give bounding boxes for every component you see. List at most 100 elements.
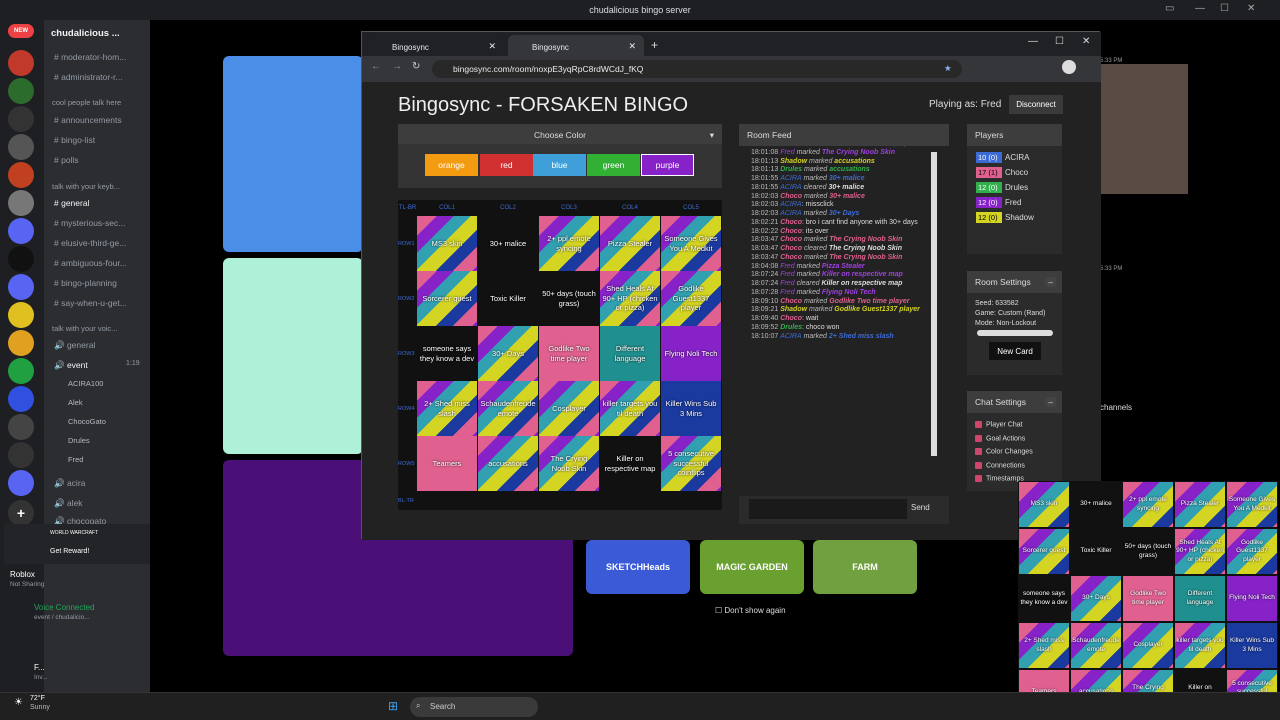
voice-channel[interactable]: 🔊 general (54, 340, 148, 351)
column-header[interactable]: TL-BR (398, 200, 417, 216)
bingo-square[interactable]: Someone Gives You A Medkit (661, 216, 721, 271)
channel-item[interactable]: # mysterious-sec... (54, 218, 148, 228)
voice-user[interactable]: Alek (68, 398, 83, 407)
activity-card[interactable]: SKETCHHeads (586, 540, 690, 594)
color-blue-button[interactable]: blue (533, 154, 586, 176)
column-header[interactable]: COL5 (661, 200, 721, 216)
maximize-icon[interactable]: ☐ (1220, 3, 1229, 14)
close-icon[interactable]: ✕ (1247, 3, 1255, 14)
send-button[interactable]: Send (911, 503, 930, 512)
bingo-square[interactable]: Schaudenfreude emote (478, 381, 538, 436)
column-header[interactable]: COL1 (417, 200, 477, 216)
bingo-square[interactable]: 5 consecutive successful coinflips (661, 436, 721, 491)
server-icon[interactable] (8, 358, 34, 384)
channel-item[interactable]: # elusive-third-ge... (54, 238, 148, 248)
row-header[interactable]: ROW3 (398, 326, 417, 381)
server-icon[interactable] (8, 190, 34, 216)
chat-settings-header[interactable]: Chat Settings – (967, 391, 1062, 413)
taskbar-search[interactable]: Search ⌕ (410, 697, 538, 717)
column-header[interactable]: COL3 (539, 200, 599, 216)
browser-tab-active[interactable]: Bingosync ✕ (508, 35, 644, 56)
row-header[interactable]: ROW2 (398, 271, 417, 326)
channel-item[interactable]: # bingo-planning (54, 278, 148, 288)
voice-user[interactable]: Drules (68, 436, 90, 445)
bingo-square[interactable]: 2+ Shed miss slash (417, 381, 477, 436)
checkbox-icon[interactable] (975, 434, 982, 442)
server-icon[interactable] (8, 386, 34, 412)
room-feed-list[interactable]: 18:00:58 ACIRA marked Godlike Guest1337 … (739, 146, 949, 496)
settings-scrollbar[interactable] (977, 330, 1053, 336)
voice-channel[interactable]: 🔊 acira (54, 478, 148, 489)
bingo-square[interactable]: Shed Heals At 90+ HP (chicken or pizza) (600, 271, 660, 326)
maximize-icon[interactable]: ☐ (1055, 36, 1064, 47)
category-label[interactable]: talk with your keyb... (52, 182, 120, 191)
checkbox-icon[interactable] (975, 448, 982, 455)
voice-user[interactable]: ACIRA100 (68, 379, 103, 388)
channel-item[interactable]: # say-when-u-get... (54, 298, 148, 308)
row-header[interactable]: ROW5 (398, 436, 417, 491)
bingo-square[interactable]: Godlike Guest1337 player (661, 271, 721, 326)
server-name[interactable]: chudalicious ... (51, 28, 145, 39)
bingo-square[interactable]: 2+ ppl emote syncing (539, 216, 599, 271)
bingo-square[interactable]: Different language (600, 326, 660, 381)
chat-setting-checkbox[interactable]: Connections (975, 461, 1025, 469)
close-tab-icon[interactable]: ✕ (628, 41, 636, 52)
server-icon[interactable] (8, 78, 34, 104)
bingo-square[interactable]: Flying Noli Tech (661, 326, 721, 381)
minimize-icon[interactable]: — (1028, 36, 1038, 47)
color-purple-button[interactable]: purple (641, 154, 694, 176)
bingo-square[interactable]: MS3 skin (417, 216, 477, 271)
voice-channel[interactable]: 🔊 event 1:19 (54, 360, 148, 371)
server-icon[interactable] (8, 414, 34, 440)
server-icon[interactable] (8, 330, 34, 356)
channel-item[interactable]: # ambiguous-four... (54, 258, 148, 268)
new-tab-icon[interactable]: + (651, 38, 658, 52)
bingo-square[interactable]: 30+ Days (478, 326, 538, 381)
inbox-icon[interactable]: ▭ (1165, 3, 1174, 14)
server-icon[interactable] (8, 134, 34, 160)
url-bar[interactable]: bingosync.com/room/noxpE3yqRpC8rdWCdJ_fK… (432, 60, 962, 78)
bingo-square[interactable]: Sorcerer guest (417, 271, 477, 326)
bingo-square[interactable]: someone says they know a dev (417, 326, 477, 381)
bingo-square[interactable]: Pizza Stealer (600, 216, 660, 271)
voice-user[interactable]: ChocoGato (68, 417, 106, 426)
username[interactable]: F... (34, 663, 45, 672)
checkbox-icon[interactable] (975, 461, 982, 469)
channel-item[interactable]: # administrator-r... (54, 72, 148, 82)
bingo-square[interactable]: 30+ malice (478, 216, 538, 271)
add-server-icon[interactable]: + (8, 500, 34, 526)
server-icon[interactable] (8, 162, 34, 188)
checkbox-icon[interactable] (975, 421, 982, 428)
chat-setting-checkbox[interactable]: Goal Actions (975, 434, 1025, 442)
row-header[interactable]: BL-TR (398, 493, 417, 509)
dont-show-checkbox[interactable]: ☐ Don't show again (715, 606, 786, 615)
activity-card[interactable]: FARM (813, 540, 917, 594)
bingo-square[interactable]: Godlike Two time player (539, 326, 599, 381)
voice-channel-path[interactable]: event / chudalicio... (34, 614, 90, 621)
column-header[interactable]: COL4 (600, 200, 660, 216)
profile-avatar[interactable] (1062, 60, 1076, 74)
server-icon[interactable] (8, 274, 34, 300)
server-icon[interactable] (8, 246, 34, 272)
column-header[interactable]: COL2 (478, 200, 538, 216)
minimize-icon[interactable]: — (1195, 3, 1205, 14)
bingo-square[interactable]: accusations (478, 436, 538, 491)
start-icon[interactable]: ⊞ (388, 699, 398, 713)
room-settings-header[interactable]: Room Settings – (967, 271, 1062, 293)
checkbox-icon[interactable] (975, 475, 982, 482)
color-orange-button[interactable]: orange (425, 154, 478, 176)
reload-icon[interactable]: ↻ (412, 61, 420, 72)
promo-banner[interactable]: WORLD WARCRAFT Get Reward! (4, 524, 150, 564)
collapse-icon[interactable]: – (1045, 277, 1056, 287)
server-icon[interactable] (8, 470, 34, 496)
bingo-square[interactable]: killer targets you til death (600, 381, 660, 436)
color-red-button[interactable]: red (480, 154, 533, 176)
activity-card[interactable]: MAGIC GARDEN (700, 540, 804, 594)
bingo-square[interactable]: Killer on respective map (600, 436, 660, 491)
channel-item[interactable]: # moderator-hom... (54, 52, 148, 62)
bingo-square[interactable]: Cosplayer (539, 381, 599, 436)
chat-setting-checkbox[interactable]: Player Chat (975, 421, 1023, 428)
voice-channel[interactable]: 🔊 alek (54, 498, 148, 509)
chat-setting-checkbox[interactable]: Timestamps (975, 475, 1024, 482)
server-icon[interactable] (8, 302, 34, 328)
